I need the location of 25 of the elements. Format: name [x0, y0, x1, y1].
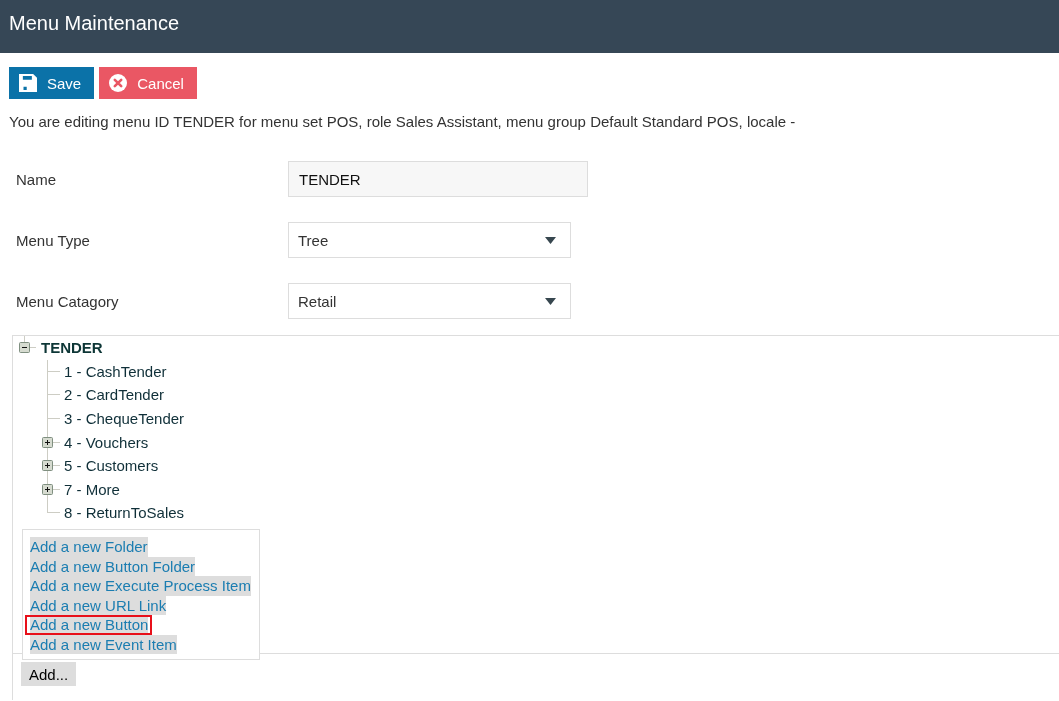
plus-box-icon[interactable] [42, 460, 53, 472]
field-label: Menu Type [16, 231, 91, 249]
dropdown[interactable]: Retail [288, 283, 571, 319]
tree-item[interactable]: 2 - CardTender [64, 386, 165, 404]
save-button[interactable]: Save [9, 67, 95, 99]
minus-box-icon[interactable] [19, 342, 30, 354]
dropdown[interactable]: Tree [288, 222, 571, 258]
text-field[interactable]: TENDER [288, 161, 588, 197]
caret-icon [545, 236, 556, 244]
info-text: You are editing menu ID TENDER for menu set POS, role Sales Assistant, menu group Default Standard POS, locale - [9, 113, 797, 131]
plus-box-icon[interactable] [42, 436, 53, 448]
tree-item[interactable]: TENDER [41, 339, 103, 357]
tree-item[interactable]: 1 - CashTender [64, 362, 167, 380]
caret-icon [545, 297, 556, 305]
tree-item[interactable]: 8 - ReturnToSales [64, 504, 185, 522]
tree-item[interactable]: 3 - ChequeTender [64, 410, 185, 428]
page-title: Menu Maintenance [9, 11, 180, 35]
tree-item[interactable]: 5 - Customers [64, 457, 159, 475]
tree-item[interactable]: 4 - Vouchers [64, 433, 149, 451]
field-label: Menu Catagory [16, 292, 120, 310]
x-circle-icon [109, 74, 128, 92]
field-label: Name [16, 170, 57, 188]
add-button[interactable]: Add... [21, 662, 77, 686]
tree-item[interactable]: 7 - More [64, 480, 120, 498]
plus-box-icon[interactable] [42, 483, 53, 495]
